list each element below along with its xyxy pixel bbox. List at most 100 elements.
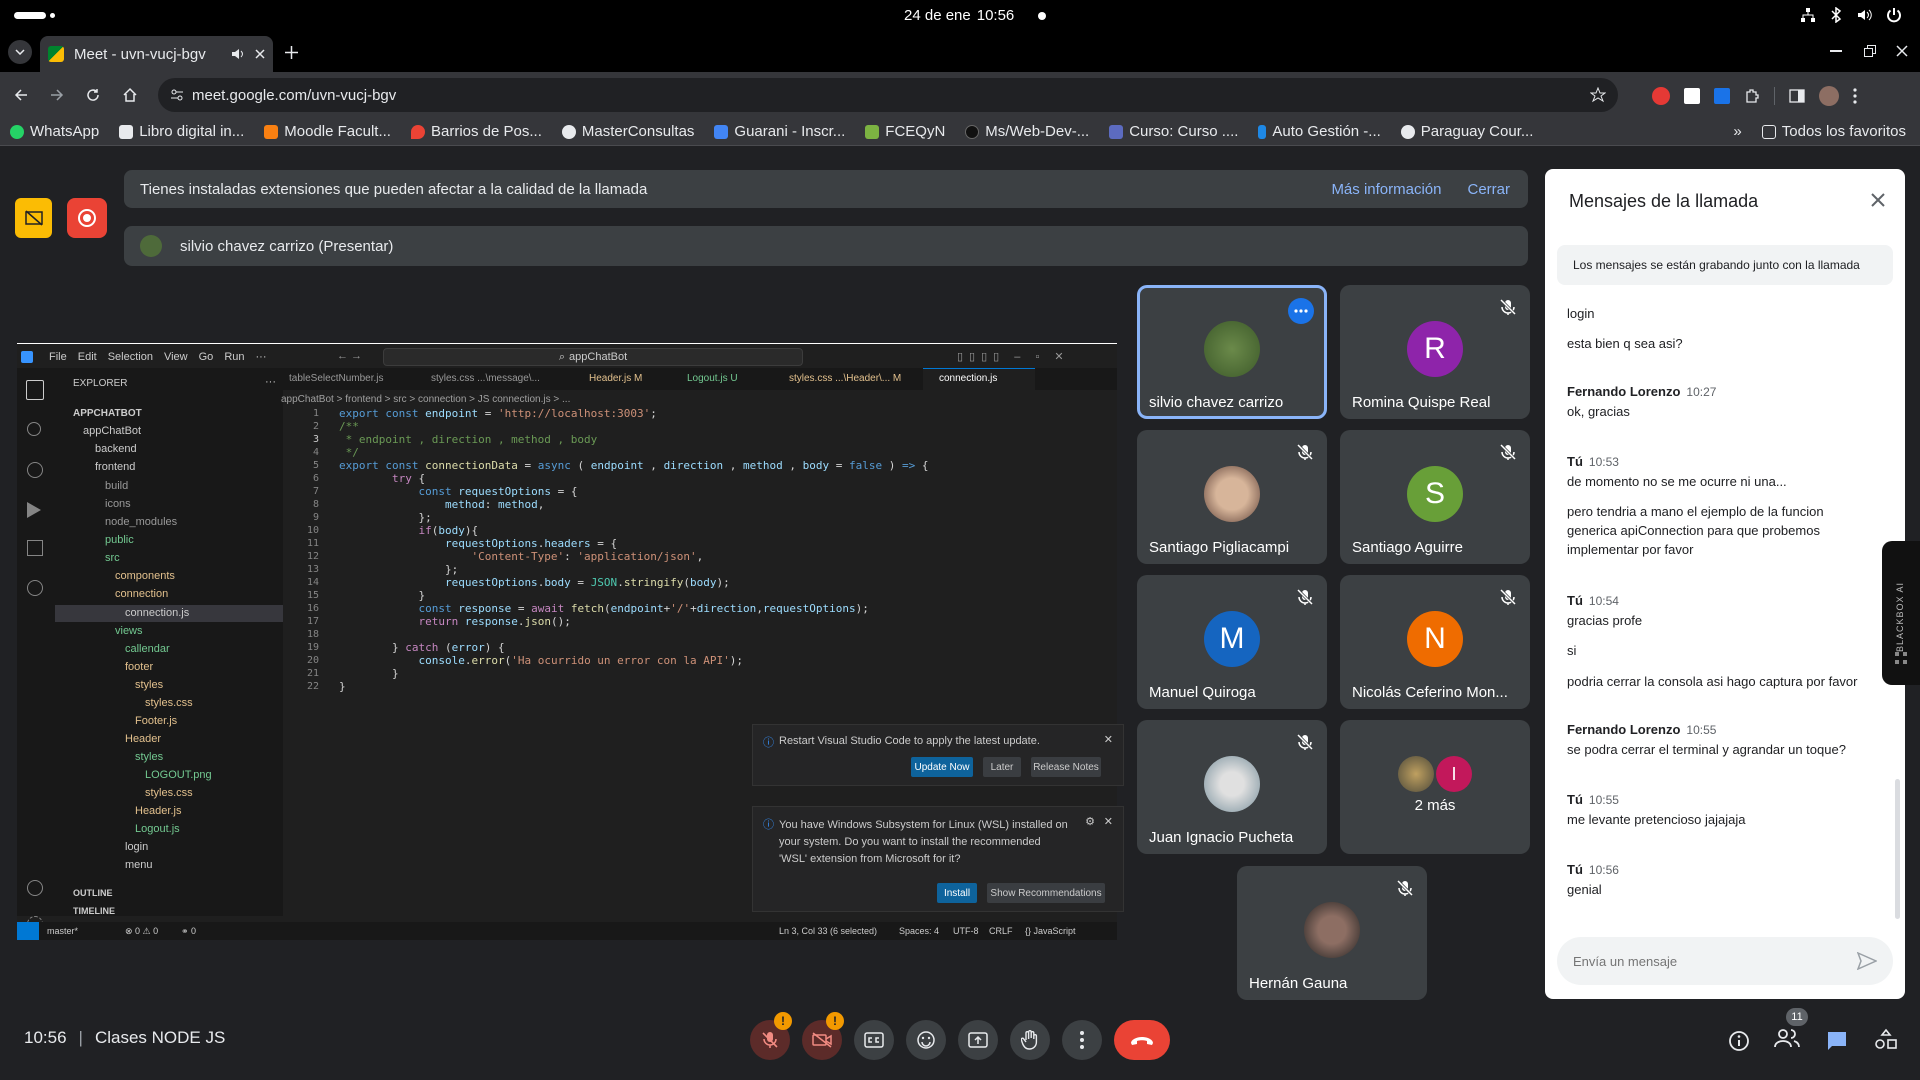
install-button[interactable]: Install	[937, 883, 977, 903]
show-recommendations-button[interactable]: Show Recommendations	[987, 883, 1105, 903]
notification-close-icon[interactable]: ✕	[1104, 733, 1113, 746]
remote-icon[interactable]	[27, 580, 43, 596]
menu-selection[interactable]: Selection	[108, 351, 153, 363]
notification-close-icon[interactable]: ✕	[1104, 815, 1113, 828]
chat-icon[interactable]	[1826, 1030, 1848, 1052]
participant-tile[interactable]: N Nicolás Ceferino Mon...	[1340, 575, 1530, 709]
tree-folder[interactable]: styles	[135, 751, 163, 763]
workspace-dot[interactable]	[50, 13, 55, 18]
present-screen-button[interactable]	[958, 1020, 998, 1060]
profile-avatar[interactable]	[1819, 86, 1839, 106]
back-icon[interactable]	[14, 88, 28, 102]
tree-folder[interactable]: footer	[125, 661, 153, 673]
tree-file[interactable]: styles.css	[145, 697, 193, 709]
blackbox-ai-tab[interactable]: BLACKBOX AI	[1882, 541, 1920, 685]
indentation[interactable]: Spaces: 4	[899, 926, 939, 936]
camera-toggle-button[interactable]: !	[802, 1012, 844, 1060]
chat-input[interactable]	[1573, 949, 1843, 973]
tree-folder[interactable]: callendar	[125, 643, 170, 655]
extension-record-icon[interactable]	[1652, 87, 1670, 105]
editor-tab[interactable]: tableSelectNumber.js	[289, 373, 384, 384]
participant-tile[interactable]: Santiago Pigliacampi	[1137, 430, 1327, 564]
tree-folder[interactable]: login	[125, 841, 148, 853]
mic-toggle-button[interactable]: !	[750, 1012, 792, 1060]
later-button[interactable]: Later	[983, 757, 1021, 777]
extension-b-icon[interactable]	[1684, 88, 1700, 104]
address-bar[interactable]: meet.google.com/uvn-vucj-bgv	[158, 78, 1618, 112]
recording-button[interactable]	[67, 198, 107, 238]
update-now-button[interactable]: Update Now	[911, 757, 973, 777]
tree-root[interactable]: APPCHATBOT	[73, 408, 142, 419]
banner-more-link[interactable]: Más información	[1331, 181, 1441, 198]
participant-tile[interactable]: S Santiago Aguirre	[1340, 430, 1530, 564]
menu-run[interactable]: Run	[224, 351, 244, 363]
command-center[interactable]: ⌕ appChatBot	[383, 348, 803, 366]
tab-search-button[interactable]	[8, 40, 32, 64]
explorer-icon[interactable]	[26, 380, 44, 400]
editor-tab-active[interactable]: connection.js	[939, 373, 997, 384]
editor-tab[interactable]: styles.css ...\message\...	[431, 373, 540, 384]
forward-icon[interactable]	[50, 88, 64, 102]
more-options-button[interactable]	[1288, 298, 1314, 324]
tab-meet[interactable]: Meet - uvn-vucj-bgv	[40, 36, 273, 72]
close-tab-icon[interactable]	[255, 49, 265, 59]
release-notes-button[interactable]: Release Notes	[1031, 757, 1101, 777]
more-menu-icon[interactable]	[1853, 88, 1857, 104]
participant-tile[interactable]: Juan Ignacio Pucheta	[1137, 720, 1327, 854]
outline-section[interactable]: OUTLINE	[73, 888, 113, 898]
close-window-icon[interactable]	[1896, 45, 1908, 57]
banner-close-button[interactable]: Cerrar	[1467, 181, 1510, 198]
tree-folder[interactable]: components	[115, 570, 175, 582]
tree-folder[interactable]: menu	[125, 859, 153, 871]
activities-icon[interactable]	[1874, 1028, 1898, 1052]
extensions-icon[interactable]	[27, 540, 43, 556]
bookmark-paraguay[interactable]: Paraguay Cour...	[1391, 123, 1544, 140]
menu-file[interactable]: File	[49, 351, 67, 363]
workspace-indicator[interactable]	[14, 12, 46, 19]
editor-tab[interactable]: styles.css ...\Header\... M	[789, 373, 901, 384]
explorer-more-icon[interactable]: ···	[265, 376, 276, 388]
timeline-section[interactable]: TIMELINE	[73, 906, 115, 916]
bookmark-star-icon[interactable]	[1590, 87, 1606, 103]
nav-arrows[interactable]: ← →	[337, 350, 362, 362]
new-tab-icon[interactable]	[285, 46, 298, 59]
tree-file[interactable]: LOGOUT.png	[145, 769, 212, 781]
bookmark-autogestion[interactable]: Auto Gestión -...	[1248, 123, 1390, 140]
bookmarks-overflow-button[interactable]: »	[1723, 123, 1751, 140]
layout-controls[interactable]: ▯▯▯▯ – ▫ ✕	[957, 350, 1070, 363]
remote-indicator[interactable]	[17, 922, 39, 940]
extensions-puzzle-icon[interactable]	[1744, 88, 1760, 104]
language-mode[interactable]: {} JavaScript	[1025, 926, 1076, 936]
search-icon[interactable]	[27, 422, 41, 436]
bookmark-masterconsultas[interactable]: MasterConsultas	[552, 123, 705, 140]
tree-folder[interactable]: backend	[95, 443, 137, 455]
bookmark-curso[interactable]: Curso: Curso ....	[1099, 123, 1248, 140]
reactions-button[interactable]	[906, 1020, 946, 1060]
captions-button[interactable]	[854, 1020, 894, 1060]
bookmark-barrios[interactable]: Barrios de Pos...	[401, 123, 552, 140]
no-camera-button[interactable]	[15, 198, 52, 238]
tree-folder[interactable]: views	[115, 625, 143, 637]
tree-folder[interactable]: connection	[115, 588, 168, 600]
tree-folder[interactable]: node_modules	[105, 516, 177, 528]
site-info-icon[interactable]	[170, 88, 184, 102]
problems-count[interactable]: ⊗ 0 ⚠ 0	[125, 926, 158, 937]
tree-folder[interactable]: frontend	[95, 461, 135, 473]
system-tray[interactable]	[1800, 7, 1902, 23]
tree-file[interactable]: Footer.js	[135, 715, 177, 727]
tree-file[interactable]: styles.css	[145, 787, 193, 799]
tree-folder[interactable]: styles	[135, 679, 163, 691]
chat-scrollbar[interactable]	[1895, 779, 1900, 919]
notification-gear-icon[interactable]: ⚙	[1085, 815, 1095, 828]
run-debug-icon[interactable]	[27, 502, 41, 518]
close-icon[interactable]	[1871, 193, 1885, 207]
os-clock[interactable]: 24 de ene 10:56	[904, 7, 1014, 24]
tree-folder[interactable]: Header	[125, 733, 161, 745]
encoding[interactable]: UTF-8	[953, 926, 979, 936]
source-control-icon[interactable]	[27, 462, 43, 478]
tree-folder[interactable]: src	[105, 552, 120, 564]
all-bookmarks-button[interactable]: Todos los favoritos	[1752, 123, 1920, 140]
audio-playing-icon[interactable]	[231, 47, 245, 61]
account-icon[interactable]	[27, 880, 43, 896]
bookmark-github[interactable]: Ms/Web-Dev-...	[955, 123, 1099, 140]
